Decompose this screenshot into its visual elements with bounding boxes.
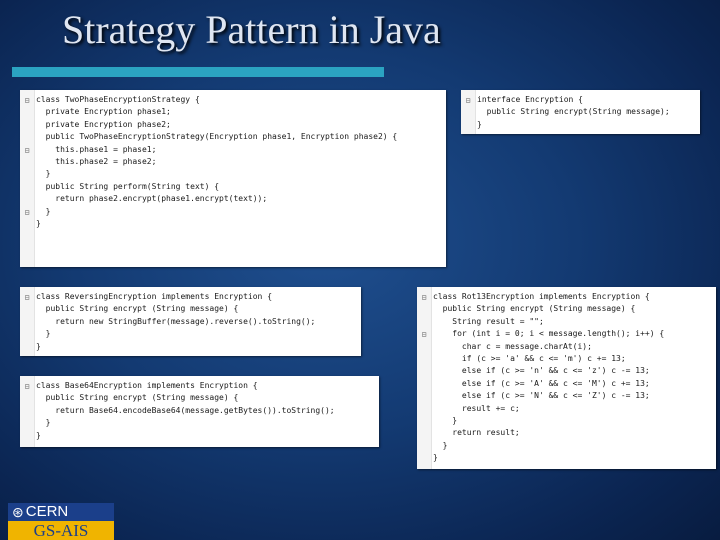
code-line: class Rot13Encryption implements Encrypt… — [433, 292, 650, 301]
code-line: public String perform(String text) { — [36, 181, 220, 191]
cern-logo-band: ⊛ CERN — [8, 503, 114, 521]
code-line: private Encryption phase1; — [36, 107, 171, 117]
code-line: return Base64.encodeBase64(message.getBy… — [36, 405, 335, 415]
editor-gutter — [20, 90, 35, 267]
code-line: String result = ""; — [433, 316, 544, 326]
cern-gs-ais-logo: ⊛ CERN GS-AIS — [8, 503, 114, 540]
code-line: result += c; — [433, 403, 520, 413]
code-line: for (int i = 0; i < message.length(); i+… — [433, 329, 665, 339]
title-accent-bar — [12, 67, 384, 77]
code-line: } — [36, 418, 51, 428]
code-line: } — [36, 329, 51, 339]
fold-collapse-icon: ⊟ — [24, 96, 30, 105]
code-panel-rot13: ⊟ ⊟ class Rot13Encryption implements Enc… — [417, 287, 716, 469]
code-panel-base64: ⊟ class Base64Encryption implements Encr… — [20, 376, 379, 447]
code-line: class TwoPhaseEncryptionStrategy { — [36, 95, 200, 104]
code-line: return phase2.encrypt(phase1.encrypt(tex… — [36, 194, 268, 204]
code-block-interface: interface Encryption { public String enc… — [477, 94, 698, 131]
code-line: } — [433, 440, 448, 450]
code-panel-reversing: ⊟ class ReversingEncryption implements E… — [20, 287, 361, 356]
slide-title: Strategy Pattern in Java — [62, 7, 441, 52]
fold-collapse-icon: ⊟ — [421, 330, 427, 339]
code-line: interface Encryption { — [477, 95, 583, 104]
code-panel-interface: ⊟ interface Encryption { public String e… — [461, 90, 700, 134]
code-line: return result; — [433, 428, 520, 438]
code-line: this.phase1 = phase1; — [36, 144, 157, 154]
code-line: public String encrypt (String message) { — [36, 393, 239, 403]
code-line: public TwoPhaseEncryptionStrategy(Encryp… — [36, 132, 398, 142]
code-line: public String encrypt (String message) { — [433, 304, 636, 314]
code-block-two-phase: class TwoPhaseEncryptionStrategy { priva… — [36, 94, 444, 230]
code-line: } — [433, 453, 438, 463]
code-block-rot13: class Rot13Encryption implements Encrypt… — [433, 291, 714, 465]
code-line: this.phase2 = phase2; — [36, 157, 157, 167]
fold-collapse-icon: ⊟ — [421, 293, 427, 302]
cern-emblem-icon: ⊛ — [12, 504, 24, 520]
code-line: } — [36, 341, 41, 351]
code-line: } — [477, 119, 482, 129]
fold-collapse-icon: ⊟ — [24, 208, 30, 217]
code-line: } — [36, 206, 51, 216]
code-line: class Base64Encryption implements Encryp… — [36, 381, 258, 390]
code-panel-two-phase: ⊟ ⊟ ⊟ class TwoPhaseEncryptionStrategy {… — [20, 90, 446, 267]
code-line: } — [36, 430, 41, 440]
editor-gutter — [417, 287, 432, 469]
code-line: public String encrypt (String message) { — [36, 304, 239, 314]
code-line: char c = message.charAt(i); — [433, 341, 592, 351]
code-line: else if (c >= 'n' && c <= 'z') c -= 13; — [433, 366, 650, 376]
code-block-base64: class Base64Encryption implements Encryp… — [36, 380, 377, 442]
code-line: if (c >= 'a' && c <= 'm') c += 13; — [433, 354, 626, 364]
fold-collapse-icon: ⊟ — [465, 96, 471, 105]
code-line: else if (c >= 'N' && c <= 'Z') c -= 13; — [433, 391, 650, 401]
code-line: return new StringBuffer(message).reverse… — [36, 316, 316, 326]
code-line: } — [433, 416, 458, 426]
code-line: } — [36, 219, 41, 229]
cern-logo-text: CERN — [25, 503, 69, 520]
code-line: private Encryption phase2; — [36, 119, 171, 129]
code-line: public String encrypt(String message); — [477, 107, 670, 117]
fold-collapse-icon: ⊟ — [24, 146, 30, 155]
fold-collapse-icon: ⊟ — [24, 382, 30, 391]
fold-collapse-icon: ⊟ — [24, 293, 30, 302]
gs-ais-logo-text: GS-AIS — [8, 521, 114, 540]
code-line: else if (c >= 'A' && c <= 'M') c += 13; — [433, 378, 650, 388]
code-line: } — [36, 169, 51, 179]
code-block-reversing: class ReversingEncryption implements Enc… — [36, 291, 359, 353]
code-line: class ReversingEncryption implements Enc… — [36, 292, 273, 301]
